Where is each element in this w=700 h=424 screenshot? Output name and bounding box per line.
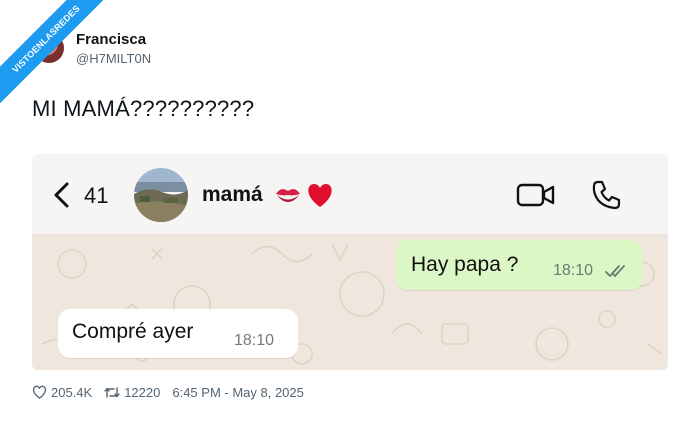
outgoing-message-bubble[interactable]: Hay papa ? 18:10 — [396, 240, 643, 290]
retweet-action[interactable]: 12220 — [104, 385, 160, 400]
contact-name[interactable]: mamá — [202, 183, 263, 207]
heart-icon — [32, 385, 47, 399]
author-name[interactable]: Francisca — [76, 31, 146, 48]
chat-messages-area: Hay papa ? 18:10 Compré ayer 18:10 — [32, 234, 668, 370]
kiss-mark-icon — [276, 189, 300, 202]
back-unread-count[interactable]: 41 — [84, 183, 108, 209]
tweet-metadata: 205.4K 12220 6:45 PM - May 8, 2025 — [32, 382, 316, 402]
video-call-icon[interactable] — [516, 182, 556, 208]
phone-call-icon[interactable] — [590, 179, 622, 211]
retweet-icon — [104, 386, 120, 398]
tweet-timestamp[interactable]: 6:45 PM - May 8, 2025 — [172, 385, 304, 400]
like-count: 205.4K — [51, 384, 93, 400]
author-handle[interactable]: @H7MILT0N — [76, 51, 151, 66]
back-chevron-icon[interactable] — [52, 182, 72, 208]
tweet-text: MI MAMÁ?????????? — [32, 96, 255, 121]
contact-avatar[interactable] — [134, 168, 188, 222]
chat-screenshot[interactable]: 41 mamá Hay papa ? 18:10 Compré ayer 18:… — [32, 154, 668, 370]
tweet-card: Francisca @H7MILT0N MI MAMÁ?????????? 41… — [0, 0, 700, 424]
retweet-count: 12220 — [124, 384, 161, 400]
incoming-message-bubble[interactable]: Compré ayer 18:10 — [58, 309, 298, 358]
red-heart-icon — [308, 184, 332, 207]
message-text: Compré ayer — [72, 320, 194, 343]
message-text: Hay papa ? — [411, 253, 519, 276]
read-double-check-icon — [605, 265, 625, 277]
chat-header: 41 mamá — [32, 154, 668, 234]
message-time: 18:10 — [553, 262, 594, 279]
message-time: 18:10 — [234, 332, 275, 349]
like-action[interactable]: 205.4K — [32, 385, 92, 400]
